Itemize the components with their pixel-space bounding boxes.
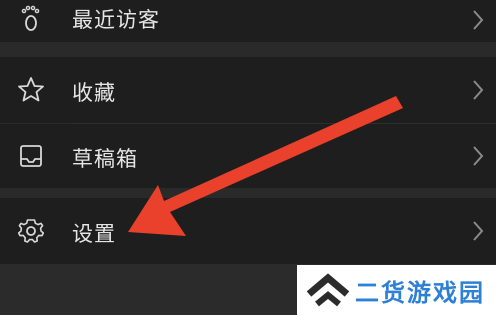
watermark-text: 二货游戏园 [355, 278, 485, 307]
menu-item-label: 草稿箱 [72, 147, 138, 171]
menu-item-label: 收藏 [72, 81, 116, 105]
menu-item-drafts[interactable]: 草稿箱 [0, 124, 496, 188]
chevron-right-icon [473, 10, 484, 30]
chevron-right-icon [473, 146, 484, 166]
star-icon [18, 77, 44, 102]
chevron-right-icon [473, 80, 484, 100]
section-separator [0, 188, 496, 198]
chevron-right-icon [473, 221, 484, 241]
site-logo-icon [306, 273, 350, 307]
menu-item-recent-visitors[interactable]: 最近访客 [0, 0, 496, 42]
footprint-icon [21, 5, 40, 31]
menu-item-label: 最近访客 [72, 8, 160, 32]
menu-item-settings[interactable]: 设置 [0, 198, 496, 264]
menu-item-label: 设置 [72, 222, 116, 246]
inbox-tray-icon [20, 145, 42, 167]
watermark: 二货游戏园 [297, 265, 496, 315]
menu-item-favorites[interactable]: 收藏 [0, 57, 496, 123]
section-separator [0, 42, 496, 57]
gear-icon [17, 219, 45, 243]
